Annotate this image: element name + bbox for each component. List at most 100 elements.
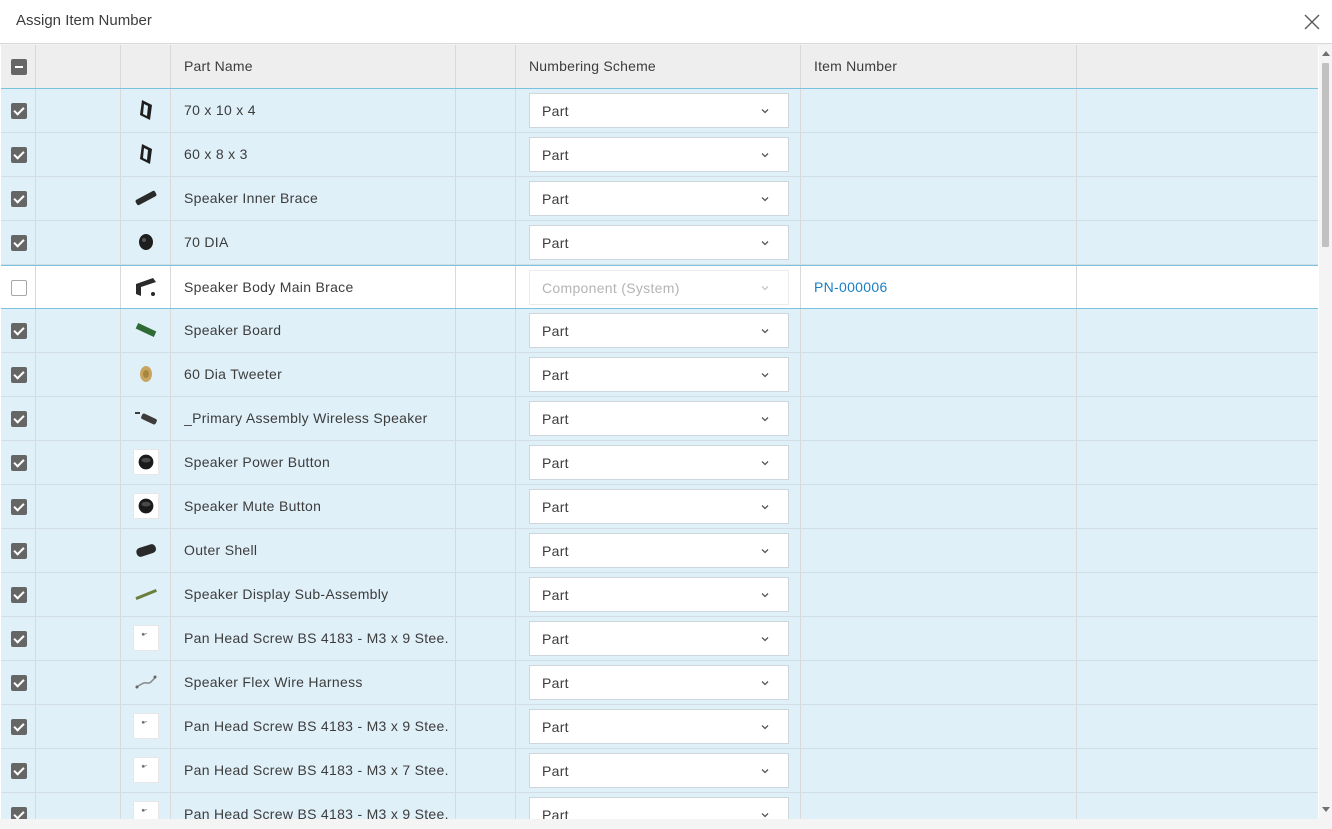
horizontal-scrollbar[interactable] — [0, 819, 1332, 829]
vertical-scrollbar[interactable] — [1319, 45, 1332, 819]
numbering-scheme-select[interactable]: Part — [529, 93, 789, 128]
wire-harness-icon — [133, 669, 159, 695]
chevron-down-icon — [761, 813, 769, 818]
dialog-titlebar: Assign Item Number — [0, 0, 1332, 44]
part-name: Speaker Flex Wire Harness — [184, 674, 363, 690]
numbering-scheme-value: Part — [542, 191, 569, 207]
row-checkbox[interactable] — [11, 675, 27, 691]
round-button-icon — [133, 493, 159, 519]
numbering-scheme-select[interactable]: Part — [529, 401, 789, 436]
screw-icon — [133, 713, 159, 739]
row-checkbox[interactable] — [11, 455, 27, 471]
table-row[interactable]: Speaker Display Sub-Assembly Part — [1, 573, 1318, 617]
chevron-down-icon — [761, 417, 769, 422]
table-row[interactable]: Speaker Mute Button Part — [1, 485, 1318, 529]
item-number-header: Item Number — [814, 58, 898, 74]
numbering-scheme-select[interactable]: Part — [529, 181, 789, 216]
table-row[interactable]: 70 DIA Part — [1, 221, 1318, 265]
table-row[interactable]: Pan Head Screw BS 4183 - M3 x 9 Stee... P… — [1, 793, 1318, 819]
row-checkbox[interactable] — [11, 103, 27, 119]
numbering-scheme-value: Part — [542, 323, 569, 339]
numbering-scheme-value: Part — [542, 675, 569, 691]
close-icon[interactable] — [1301, 11, 1323, 33]
row-checkbox[interactable] — [11, 543, 27, 559]
circuit-board-icon — [133, 317, 159, 343]
part-name: Pan Head Screw BS 4183 - M3 x 7 Stee... — [184, 762, 449, 778]
row-checkbox[interactable] — [11, 235, 27, 251]
part-name: 60 Dia Tweeter — [184, 366, 283, 382]
numbering-scheme-select[interactable]: Part — [529, 797, 789, 819]
item-number-link[interactable]: PN-000006 — [814, 279, 888, 295]
table-row[interactable]: Speaker Power Button Part — [1, 441, 1318, 485]
column-header-part-name[interactable]: Part Name — [171, 45, 456, 88]
part-name: Pan Head Screw BS 4183 - M3 x 9 Stee... — [184, 718, 449, 734]
row-checkbox[interactable] — [11, 367, 27, 383]
numbering-scheme-select[interactable]: Part — [529, 533, 789, 568]
table-row[interactable]: Speaker Flex Wire Harness Part — [1, 661, 1318, 705]
table-row[interactable]: Pan Head Screw BS 4183 - M3 x 9 Stee... P… — [1, 617, 1318, 661]
row-checkbox[interactable] — [11, 191, 27, 207]
numbering-scheme-value: Part — [542, 631, 569, 647]
tweeter-icon — [133, 361, 159, 387]
row-checkbox[interactable] — [11, 587, 27, 603]
part-name: Speaker Board — [184, 322, 282, 338]
part-name: Pan Head Screw BS 4183 - M3 x 9 Stee... — [184, 630, 449, 646]
numbering-scheme-select[interactable]: Part — [529, 665, 789, 700]
part-name: 60 x 8 x 3 — [184, 146, 248, 162]
table-row[interactable]: 60 Dia Tweeter Part — [1, 353, 1318, 397]
frame-part-icon — [133, 97, 159, 123]
table-row[interactable]: 70 x 10 x 4 Part — [1, 89, 1318, 133]
row-checkbox[interactable] — [11, 323, 27, 339]
row-checkbox[interactable] — [11, 280, 27, 296]
numbering-scheme-select[interactable]: Part — [529, 357, 789, 392]
numbering-scheme-select[interactable]: Part — [529, 445, 789, 480]
row-checkbox[interactable] — [11, 631, 27, 647]
screw-icon — [133, 625, 159, 651]
part-name: 70 x 10 x 4 — [184, 102, 256, 118]
row-checkbox[interactable] — [11, 719, 27, 735]
column-header-item-number[interactable]: Item Number — [801, 45, 1077, 88]
row-checkbox[interactable] — [11, 807, 27, 819]
table-row[interactable]: Pan Head Screw BS 4183 - M3 x 7 Stee... P… — [1, 749, 1318, 793]
row-checkbox[interactable] — [11, 499, 27, 515]
part-name: Speaker Body Main Brace — [184, 279, 354, 295]
brace-bar-icon — [133, 185, 159, 211]
numbering-scheme-value: Part — [542, 719, 569, 735]
table-row[interactable]: Speaker Body Main Brace Component (System… — [1, 265, 1318, 309]
numbering-scheme-select[interactable]: Part — [529, 137, 789, 172]
shell-part-icon — [133, 537, 159, 563]
parts-grid: Part Name Numbering Scheme Item Number 7… — [1, 45, 1318, 819]
numbering-scheme-select[interactable]: Part — [529, 709, 789, 744]
table-row[interactable]: Speaker Inner Brace Part — [1, 177, 1318, 221]
numbering-scheme-select[interactable]: Part — [529, 577, 789, 612]
numbering-scheme-select[interactable]: Part — [529, 621, 789, 656]
chevron-down-icon — [761, 153, 769, 158]
numbering-scheme-select[interactable]: Part — [529, 489, 789, 524]
table-row[interactable]: Outer Shell Part — [1, 529, 1318, 573]
table-row[interactable]: _Primary Assembly Wireless Speaker Part — [1, 397, 1318, 441]
scrollbar-thumb[interactable] — [1322, 63, 1329, 247]
numbering-scheme-value: Part — [542, 367, 569, 383]
numbering-scheme-value: Part — [542, 499, 569, 515]
chevron-down-icon — [761, 241, 769, 246]
chevron-down-icon — [761, 681, 769, 686]
table-row[interactable]: 60 x 8 x 3 Part — [1, 133, 1318, 177]
select-all-checkbox[interactable] — [11, 59, 27, 75]
cone-part-icon — [133, 229, 159, 255]
numbering-scheme-select[interactable]: Part — [529, 313, 789, 348]
part-name: Speaker Display Sub-Assembly — [184, 586, 389, 602]
screw-icon — [133, 757, 159, 783]
row-checkbox[interactable] — [11, 411, 27, 427]
table-row[interactable]: Speaker Board Part — [1, 309, 1318, 353]
table-row[interactable]: Pan Head Screw BS 4183 - M3 x 9 Stee... P… — [1, 705, 1318, 749]
row-checkbox[interactable] — [11, 147, 27, 163]
row-checkbox[interactable] — [11, 763, 27, 779]
scroll-down-arrow-icon[interactable] — [1322, 807, 1330, 812]
numbering-scheme-select[interactable]: Part — [529, 225, 789, 260]
numbering-scheme-select: Component (System) — [529, 270, 789, 305]
numbering-scheme-select[interactable]: Part — [529, 753, 789, 788]
numbering-scheme-value: Part — [542, 235, 569, 251]
numbering-scheme-value: Part — [542, 763, 569, 779]
column-header-numbering-scheme[interactable]: Numbering Scheme — [516, 45, 801, 88]
scroll-up-arrow-icon[interactable] — [1322, 51, 1330, 56]
